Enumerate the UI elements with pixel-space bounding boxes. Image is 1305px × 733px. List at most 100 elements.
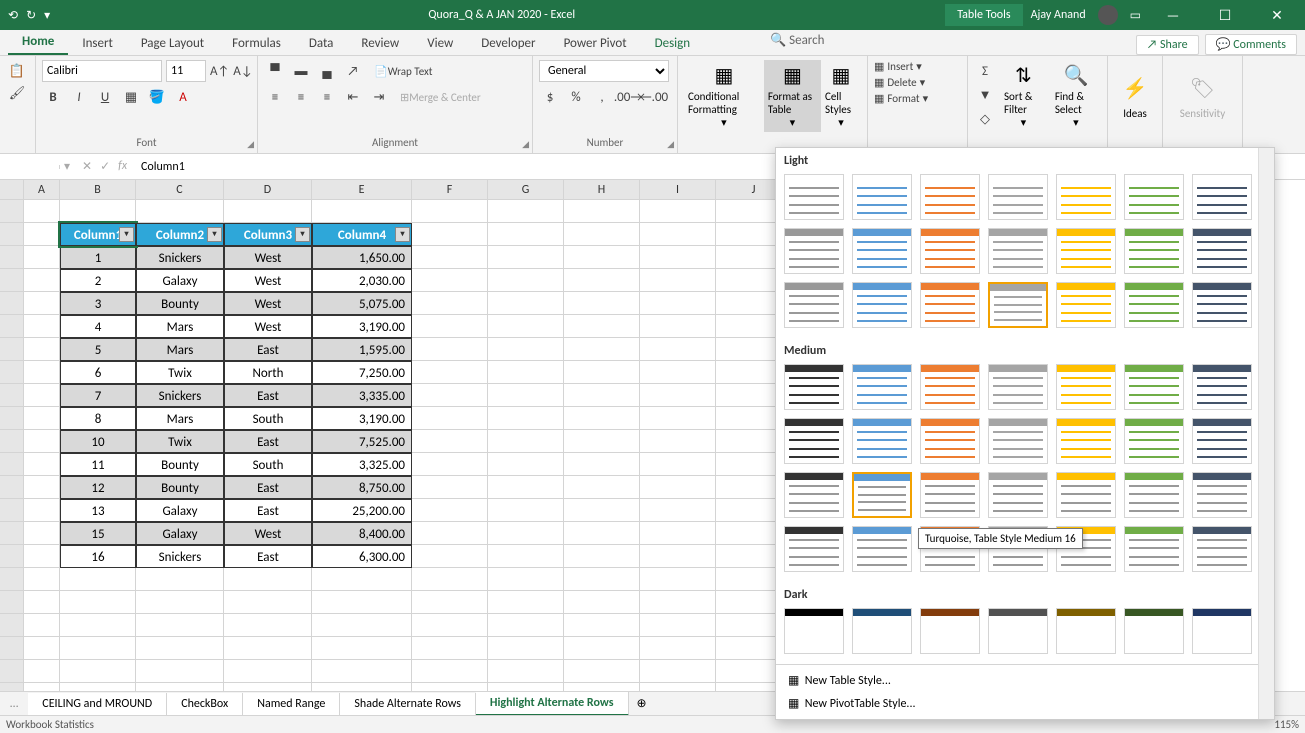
table-style-thumbnail[interactable]	[920, 472, 980, 518]
maximize-button[interactable]: ☐	[1205, 7, 1245, 24]
table-style-thumbnail[interactable]	[1124, 418, 1184, 464]
table-cell[interactable]: 3	[60, 292, 136, 315]
table-style-thumbnail[interactable]	[1124, 608, 1184, 654]
sheet-tab[interactable]: Shade Alternate Rows	[340, 693, 476, 715]
tab-data[interactable]: Data	[295, 32, 348, 55]
italic-button[interactable]: I	[68, 86, 90, 108]
align-bottom-icon[interactable]: ▄	[316, 60, 338, 82]
table-style-thumbnail[interactable]	[784, 608, 844, 654]
table-cell[interactable]: West	[224, 315, 312, 338]
table-style-thumbnail[interactable]	[852, 608, 912, 654]
table-cell[interactable]: South	[224, 453, 312, 476]
namebox-dropdown-icon[interactable]: ▾	[60, 159, 74, 174]
table-style-thumbnail[interactable]	[1056, 228, 1116, 274]
orientation-icon[interactable]: ↗	[342, 60, 364, 82]
table-style-thumbnail[interactable]	[988, 282, 1048, 328]
minimize-button[interactable]: —	[1153, 7, 1193, 24]
tab-home[interactable]: Home	[8, 30, 68, 55]
align-top-icon[interactable]: ▀	[264, 60, 286, 82]
table-style-thumbnail[interactable]	[1124, 282, 1184, 328]
cancel-formula-icon[interactable]: ✕	[82, 159, 92, 174]
col-header[interactable]: H	[564, 180, 640, 200]
format-painter-icon[interactable]: 🖌	[6, 82, 28, 104]
table-cell[interactable]: South	[224, 407, 312, 430]
number-format-combo[interactable]: General	[539, 60, 669, 82]
table-cell[interactable]: 3,325.00	[312, 453, 412, 476]
percent-format-icon[interactable]: %	[565, 86, 587, 108]
table-cell[interactable]: 7	[60, 384, 136, 407]
table-style-thumbnail[interactable]	[920, 364, 980, 410]
wrap-text-button[interactable]: 📄 Wrap Text	[368, 60, 438, 82]
col-header[interactable]: C	[136, 180, 224, 200]
table-cell[interactable]: Galaxy	[136, 499, 224, 522]
filter-dropdown-icon[interactable]: ▾	[295, 227, 310, 242]
table-style-thumbnail[interactable]	[1192, 526, 1252, 572]
table-style-thumbnail[interactable]	[920, 228, 980, 274]
table-cell[interactable]: 5,075.00	[312, 292, 412, 315]
qat-dropdown-icon[interactable]: ▾	[44, 8, 50, 23]
sheet-nav-icon[interactable]: …	[0, 697, 28, 711]
bold-button[interactable]: B	[42, 86, 64, 108]
select-all-corner[interactable]	[0, 180, 24, 200]
table-style-thumbnail[interactable]	[1124, 228, 1184, 274]
table-header[interactable]: Column3▾	[224, 223, 312, 246]
table-style-thumbnail[interactable]	[1192, 282, 1252, 328]
redo-icon[interactable]: ↻	[26, 8, 36, 23]
sort-filter-button[interactable]: ⇅ Sort & Filter ▾	[1000, 60, 1047, 132]
filter-dropdown-icon[interactable]: ▾	[207, 227, 222, 242]
table-cell[interactable]: West	[224, 246, 312, 269]
table-cell[interactable]: 4	[60, 315, 136, 338]
table-cell[interactable]: West	[224, 292, 312, 315]
clear-icon[interactable]: ◇	[974, 108, 996, 130]
decrease-decimal-icon[interactable]: ←.00	[643, 86, 665, 108]
table-cell[interactable]: 8	[60, 407, 136, 430]
filter-dropdown-icon[interactable]: ▾	[395, 227, 410, 242]
format-as-table-button[interactable]: ▦ Format as Table ▾	[764, 60, 821, 132]
font-dialog-launcher[interactable]: ◢	[247, 139, 254, 150]
table-style-thumbnail[interactable]	[784, 526, 844, 572]
table-style-thumbnail[interactable]	[1124, 472, 1184, 518]
table-cell[interactable]: 2	[60, 269, 136, 292]
tell-me-search[interactable]: 🔍 Search	[770, 33, 824, 48]
format-cells-button[interactable]: ▦ Format ▾	[874, 92, 961, 105]
col-header[interactable]: I	[640, 180, 716, 200]
table-cell[interactable]: East	[224, 499, 312, 522]
paste-button[interactable]: 📋	[6, 60, 28, 82]
table-cell[interactable]: Bounty	[136, 476, 224, 499]
table-cell[interactable]: 1	[60, 246, 136, 269]
table-style-thumbnail[interactable]	[988, 174, 1048, 220]
increase-font-icon[interactable]: A↑	[210, 60, 229, 82]
zoom-level[interactable]: 115%	[1274, 718, 1299, 731]
table-cell[interactable]: East	[224, 430, 312, 453]
table-cell[interactable]: 13	[60, 499, 136, 522]
tab-design[interactable]: Design	[641, 32, 704, 55]
table-style-thumbnail[interactable]	[1056, 418, 1116, 464]
delete-cells-button[interactable]: ▦ Delete ▾	[874, 76, 961, 89]
table-cell[interactable]: Mars	[136, 407, 224, 430]
table-style-thumbnail[interactable]	[1192, 472, 1252, 518]
col-header[interactable]: A	[24, 180, 60, 200]
table-cell[interactable]: 11	[60, 453, 136, 476]
table-cell[interactable]: Snickers	[136, 384, 224, 407]
align-left-icon[interactable]: ≡	[264, 86, 286, 108]
table-cell[interactable]: 3,190.00	[312, 315, 412, 338]
table-style-thumbnail[interactable]	[920, 282, 980, 328]
insert-cells-button[interactable]: ▦ Insert ▾	[874, 60, 961, 73]
table-style-thumbnail[interactable]	[784, 364, 844, 410]
underline-button[interactable]: U	[94, 86, 116, 108]
enter-formula-icon[interactable]: ✓	[100, 159, 110, 174]
ribbon-display-icon[interactable]: ▭	[1130, 8, 1141, 23]
table-style-thumbnail[interactable]	[1056, 608, 1116, 654]
table-style-thumbnail[interactable]	[1192, 364, 1252, 410]
new-sheet-button[interactable]: ⊕	[629, 696, 655, 711]
table-style-thumbnail[interactable]	[1056, 282, 1116, 328]
table-header[interactable]: Column2▾	[136, 223, 224, 246]
table-style-thumbnail[interactable]	[784, 228, 844, 274]
table-header[interactable]: Column1▾	[60, 223, 136, 246]
table-style-thumbnail[interactable]	[852, 364, 912, 410]
table-style-thumbnail[interactable]	[920, 608, 980, 654]
font-color-button[interactable]: A	[172, 86, 194, 108]
table-style-thumbnail[interactable]	[852, 174, 912, 220]
borders-button[interactable]: ▦	[120, 86, 142, 108]
align-middle-icon[interactable]: ▬	[290, 60, 312, 82]
